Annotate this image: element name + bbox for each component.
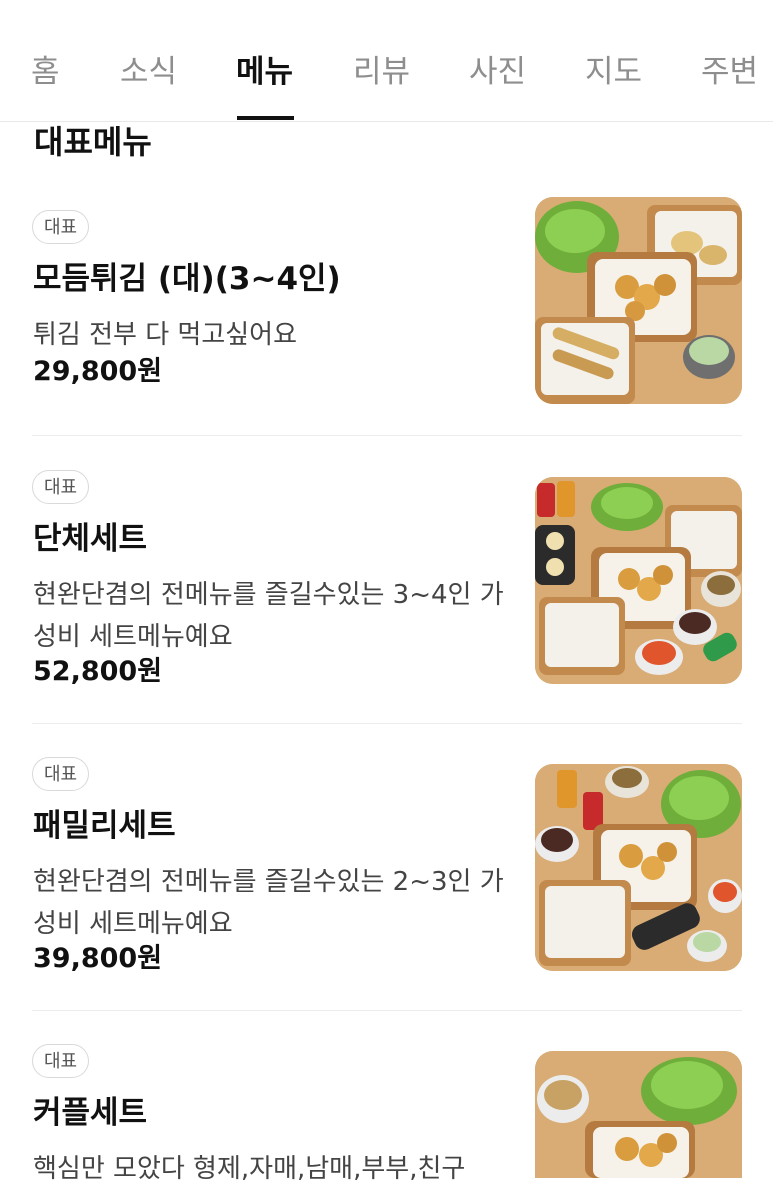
menu-item-photo[interactable] [535,764,742,971]
family-set-platter-icon [535,764,742,971]
menu-item-name: 단체세트 [33,521,148,557]
tab-map[interactable]: 지도 [585,52,642,92]
section-title: 대표메뉴 [34,123,152,161]
couple-set-platter-icon [535,1051,742,1178]
active-tab-indicator [237,116,294,120]
menu-item-price: 39,800원 [33,943,163,974]
signature-badge: 대표 [32,210,89,244]
divider [32,435,742,436]
tab-reviews[interactable]: 리뷰 [353,52,410,92]
tab-home[interactable]: 홈 [31,52,60,92]
signature-badge: 대표 [32,470,89,504]
menu-item-description: 튀김 전부 다 먹고싶어요 [33,320,297,350]
signature-badge: 대표 [32,1044,89,1078]
tab-news[interactable]: 소식 [120,52,177,92]
menu-item-description: 현완단겸의 전메뉴를 즐길수있는 3~4인 가성비 세트메뉴예요 [33,580,504,652]
tab-photos[interactable]: 사진 [469,52,526,92]
tab-menu[interactable]: 메뉴 [236,52,293,92]
menu-item-price: 52,800원 [33,656,163,687]
menu-item-price: 29,800원 [33,356,163,387]
tab-nearby[interactable]: 주변 [701,52,758,92]
menu-item-name: 커플세트 [33,1095,148,1131]
menu-item-photo[interactable] [535,197,742,404]
menu-item-description: 현완단겸의 전메뉴를 즐길수있는 2~3인 가성비 세트메뉴예요 [33,867,504,939]
menu-item-photo[interactable] [535,1051,742,1178]
menu-item-photo[interactable] [535,477,742,684]
tab-bar: 홈 소식 메뉴 리뷰 사진 지도 주변 [0,0,773,122]
menu-item-name: 패밀리세트 [33,808,176,844]
menu-item-name: 모듬튀김 (대)(3~4인) [33,261,341,297]
fried-food-platter-icon [535,197,742,404]
signature-badge: 대표 [32,757,89,791]
group-set-platter-icon [535,477,742,684]
divider [32,723,742,724]
menu-item-description: 핵심만 모았다 형제,자매,남매,부부,친구 [33,1154,466,1184]
divider [32,1010,742,1011]
